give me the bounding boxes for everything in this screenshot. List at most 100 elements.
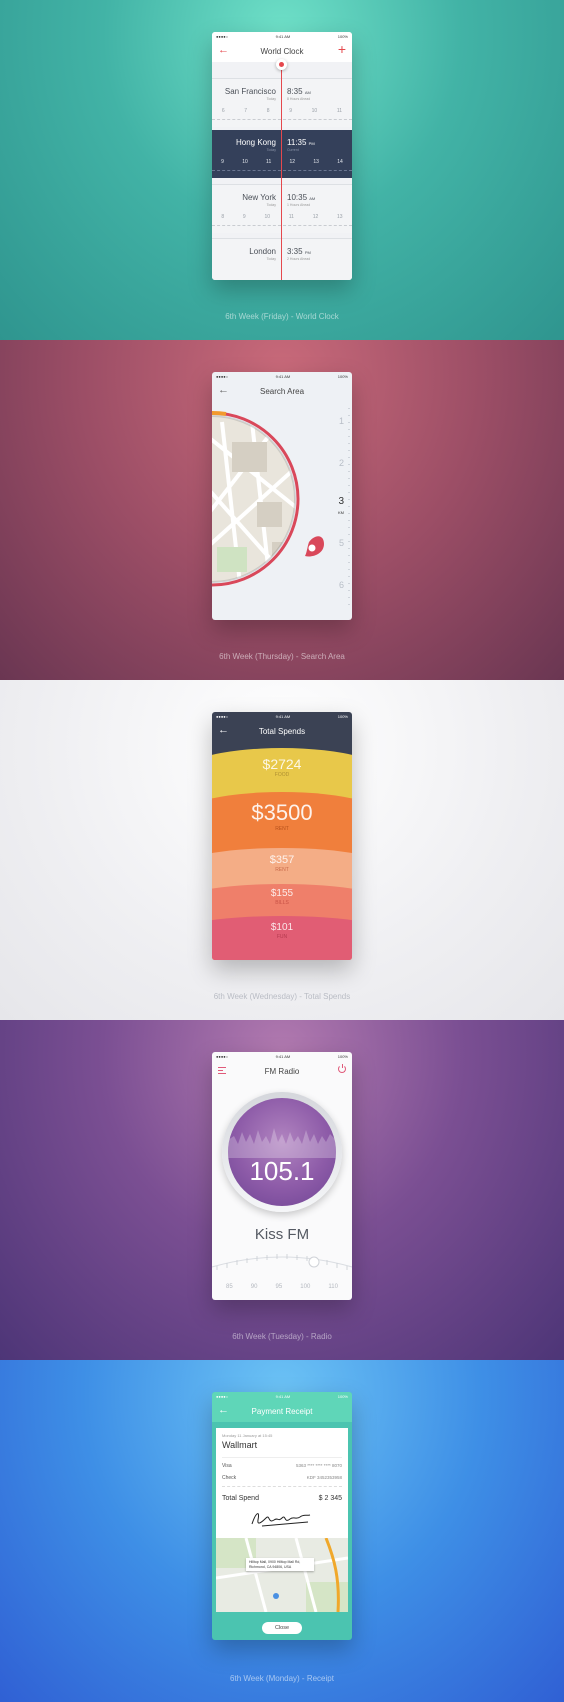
navbar: ← Payment Receipt	[212, 1400, 352, 1422]
hour-tick: 10	[311, 108, 318, 114]
hour-tick: 9	[242, 214, 246, 220]
receipt-date: Monday 11 January at 15:45	[222, 1433, 273, 1438]
caption: 6th Week (Thursday) - Search Area	[219, 652, 345, 661]
hour-tick: 13	[313, 159, 319, 165]
carrier: ●●●●○	[216, 1393, 229, 1399]
back-arrow-icon[interactable]: ←	[218, 44, 229, 56]
hour-tick: 8	[221, 214, 225, 220]
world-clock-panel: ●●●●○ 9:41 AM 100% ← World Clock + San F…	[0, 0, 564, 340]
hour-tick: 11	[336, 108, 343, 114]
city-name: New York	[242, 193, 276, 202]
spend-label: RENT	[275, 826, 289, 832]
city-day: Today	[266, 148, 276, 152]
map-preview[interactable]: Hilltop Mall, 0900 Hilltop Mall Rd, Rich…	[216, 1538, 348, 1612]
hour-tick: 11	[266, 159, 272, 165]
status-time: 9:41 AM	[275, 33, 291, 39]
tuning-dial[interactable]	[212, 1248, 352, 1300]
total-value: $ 2 345	[318, 1495, 342, 1502]
receipt-card: Monday 11 January at 15:45 Wallmart Visa…	[216, 1428, 348, 1612]
payment-value: KDF 3452353958	[306, 1475, 342, 1480]
payment-label: Visa	[222, 1463, 232, 1469]
time-value: 3:35	[287, 247, 303, 256]
station-name: Kiss FM	[254, 1226, 310, 1243]
time-diff: 2 Hours Ahead	[287, 257, 311, 261]
total-spends-panel: ●●●●○ 9:41 AM 100% ← Total Spends $2724 …	[0, 680, 564, 1020]
city-day: Today	[266, 203, 276, 207]
status-bar: ●●●●○ 9:41 AM 100%	[212, 1052, 352, 1060]
address-tooltip: Hilltop Mall, 0900 Hilltop Mall Rd, Rich…	[246, 1558, 314, 1572]
city-row[interactable]: San Francisco Today 8:35 AM 8 Hours Ahea…	[212, 78, 352, 127]
carrier: ●●●●○	[216, 713, 229, 719]
receipt-panel: ●●●●○ 9:41 AM 100% ← Payment Receipt Mon…	[0, 1360, 564, 1702]
range-handle	[305, 536, 324, 557]
city-name: Hong Kong	[235, 138, 276, 147]
time-diff: 8 Hours Ahead	[287, 97, 311, 101]
menu-icon[interactable]	[218, 1067, 226, 1074]
hour-ticks: 9 10 11 12 13 14	[212, 159, 352, 165]
scale-label-selected: 3	[338, 496, 344, 507]
scale-label: 6	[338, 580, 344, 590]
time-ampm: PM	[308, 141, 315, 146]
tuning-knob	[308, 1256, 320, 1268]
city-row[interactable]: New York Today 10:35 AM 1 Hours Ahead 8 9…	[212, 184, 352, 233]
caption: 6th Week (Wednesday) - Total Spends	[213, 992, 351, 1001]
search-area-phone: ●●●●○ 9:41 AM 100% ← Search Area 1 2 3 K…	[212, 372, 352, 620]
scale-unit: KM	[338, 510, 344, 515]
frequency-disc[interactable]: 105.1	[222, 1092, 342, 1212]
time-value: 8:35	[287, 87, 303, 96]
caption: 6th Week (Friday) - World Clock	[225, 312, 339, 321]
status-bar: ●●●●○ 9:41 AM 100%	[212, 32, 352, 40]
navbar: FM Radio	[212, 1060, 352, 1082]
city-row[interactable]: London Today 3:35 PM 2 Hours Ahead	[212, 238, 352, 280]
time-ampm: PM	[304, 250, 311, 255]
power-icon[interactable]	[338, 1064, 346, 1073]
battery: 100%	[337, 1053, 348, 1059]
add-icon[interactable]: +	[338, 41, 346, 57]
spend-label: RENT	[275, 867, 289, 873]
page-title: Payment Receipt	[251, 1406, 313, 1416]
city-name: London	[249, 247, 276, 256]
status-time: 9:41 AM	[275, 1053, 291, 1059]
dial-label: 100	[300, 1284, 311, 1290]
hour-tick: 10	[264, 214, 270, 220]
dial-label: 110	[328, 1284, 338, 1290]
tick-rule	[212, 119, 352, 121]
caption: 6th Week (Monday) - Receipt	[230, 1674, 334, 1683]
fm-radio-panel: ●●●●○ 9:41 AM 100% FM Radio 105.1 Kiss F…	[0, 1020, 564, 1360]
city-day: Today	[266, 97, 276, 101]
page-title: FM Radio	[264, 1066, 300, 1076]
fm-radio-phone: ●●●●○ 9:41 AM 100% FM Radio 105.1 Kiss F…	[212, 1052, 352, 1300]
current-time-marker[interactable]	[276, 59, 287, 70]
dial-label: 85	[226, 1284, 233, 1290]
dial-labels: 85 90 95 100 110	[226, 1284, 338, 1290]
hour-tick: 9	[289, 108, 292, 114]
status-time: 9:41 AM	[275, 1393, 291, 1399]
spend-amount: $2724	[262, 756, 302, 772]
receipt-divider	[222, 1486, 342, 1487]
receipt-phone: ●●●●○ 9:41 AM 100% ← Payment Receipt Mon…	[212, 1392, 352, 1640]
back-arrow-icon[interactable]: ←	[218, 724, 229, 736]
spend-label: FOOD	[274, 772, 290, 778]
hour-tick: 10	[242, 159, 248, 165]
city-time: 3:35 PM	[287, 247, 311, 256]
dial-label: 90	[250, 1284, 258, 1290]
hour-tick: 12	[312, 214, 319, 220]
page-title: World Clock	[260, 46, 304, 56]
time-value: 10:35	[287, 193, 308, 202]
city-day: Today	[266, 257, 276, 261]
frequency-value: 105.1	[249, 1156, 315, 1186]
back-arrow-icon[interactable]: ←	[218, 1404, 229, 1416]
close-button[interactable]: Close	[262, 1622, 302, 1634]
status-bar: ●●●●○ 9:41 AM 100%	[212, 1392, 352, 1400]
city-name: San Francisco	[224, 87, 276, 96]
distance-scale[interactable]: 1 2 3 KM 5 6	[328, 402, 352, 612]
spend-label: FUN	[276, 934, 288, 940]
total-label: Total Spend	[222, 1495, 259, 1502]
time-indicator-line	[281, 70, 282, 280]
tick-rule	[212, 225, 352, 227]
signature	[251, 1513, 311, 1527]
scale-label: 2	[338, 458, 344, 468]
city-row-selected[interactable]: Hong Kong Today 11:35 PM Current 9 10 11 12…	[212, 130, 352, 178]
battery: 100%	[337, 713, 348, 719]
hour-tick: 8	[266, 108, 270, 114]
